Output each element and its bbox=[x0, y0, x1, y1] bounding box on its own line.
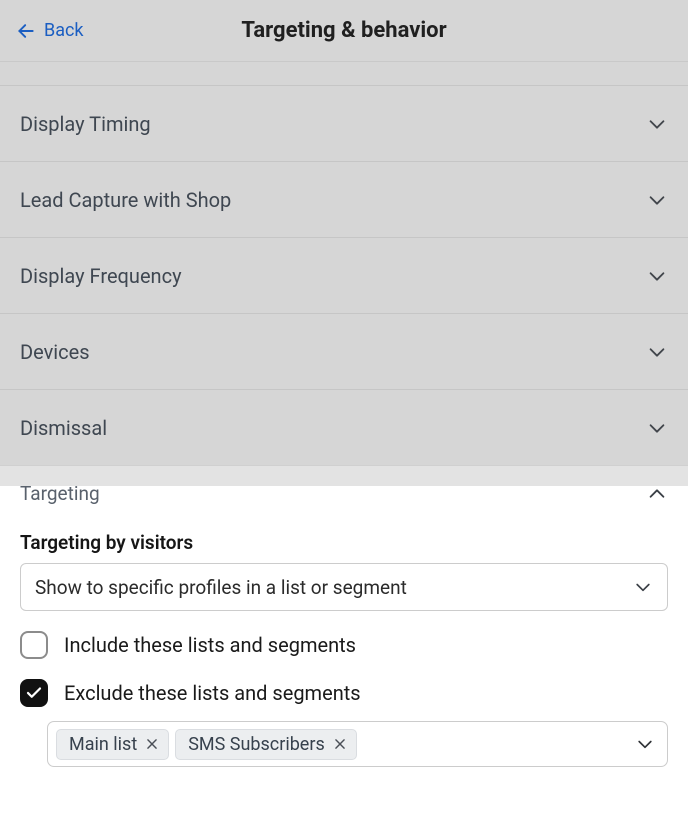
chevron-down-icon bbox=[646, 341, 668, 363]
accordion-targeting[interactable]: Targeting bbox=[0, 465, 688, 521]
select-value: Show to specific profiles in a list or s… bbox=[35, 576, 407, 599]
page-title: Targeting & behavior bbox=[241, 18, 446, 43]
back-button[interactable]: Back bbox=[16, 20, 84, 41]
back-label: Back bbox=[44, 20, 84, 41]
accordion-lead-capture[interactable]: Lead Capture with Shop bbox=[0, 161, 688, 238]
accordion-label: Display Frequency bbox=[20, 264, 182, 288]
accordion-display-timing[interactable]: Display Timing bbox=[0, 85, 688, 162]
accordion-label: Devices bbox=[20, 340, 90, 364]
accordion-label: Display Timing bbox=[20, 112, 151, 136]
tag-chip-label: Main list bbox=[69, 734, 137, 755]
tag-chip: SMS Subscribers bbox=[175, 729, 357, 760]
targeting-panel: Targeting by visitors Show to specific p… bbox=[0, 521, 688, 787]
include-lists-checkbox[interactable] bbox=[20, 631, 48, 659]
tag-chip-label: SMS Subscribers bbox=[188, 734, 325, 755]
exclude-lists-label: Exclude these lists and segments bbox=[64, 681, 361, 705]
check-icon bbox=[25, 684, 43, 702]
close-icon[interactable] bbox=[145, 737, 159, 751]
chevron-down-icon bbox=[646, 417, 668, 439]
include-lists-row: Include these lists and segments bbox=[20, 631, 668, 659]
chevron-down-icon bbox=[646, 113, 668, 135]
close-icon[interactable] bbox=[333, 737, 347, 751]
exclude-lists-checkbox[interactable] bbox=[20, 679, 48, 707]
chevron-down-icon bbox=[633, 577, 653, 597]
exclude-lists-row: Exclude these lists and segments bbox=[20, 679, 668, 707]
chevron-down-icon bbox=[646, 189, 668, 211]
accordion-dismissal[interactable]: Dismissal bbox=[0, 389, 688, 466]
accordion-devices[interactable]: Devices bbox=[0, 313, 688, 390]
include-lists-label: Include these lists and segments bbox=[64, 633, 356, 657]
header-spacer bbox=[0, 62, 688, 86]
tag-chip: Main list bbox=[56, 729, 169, 760]
accordion-label: Lead Capture with Shop bbox=[20, 188, 231, 212]
arrow-left-icon bbox=[16, 21, 36, 41]
chevron-up-icon bbox=[646, 483, 668, 505]
exclude-lists-input[interactable]: Main list SMS Subscribers bbox=[47, 721, 668, 767]
chevron-down-icon bbox=[646, 265, 668, 287]
targeting-by-visitors-select[interactable]: Show to specific profiles in a list or s… bbox=[20, 563, 668, 611]
targeting-by-visitors-label: Targeting by visitors bbox=[20, 531, 668, 554]
accordion-display-frequency[interactable]: Display Frequency bbox=[0, 237, 688, 314]
chevron-down-icon[interactable] bbox=[635, 734, 655, 754]
accordion-label: Targeting bbox=[20, 482, 100, 505]
accordion-label: Dismissal bbox=[20, 416, 107, 440]
header-bar: Back Targeting & behavior bbox=[0, 0, 688, 62]
